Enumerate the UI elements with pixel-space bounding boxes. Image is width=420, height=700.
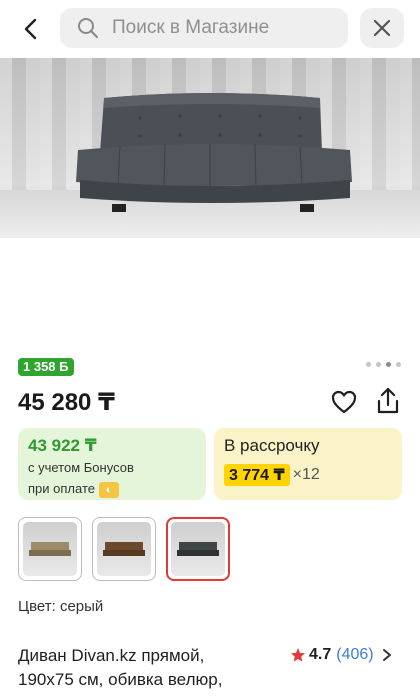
product-image[interactable] <box>0 58 420 238</box>
star-icon <box>291 648 305 662</box>
installment-title: В рассрочку <box>224 436 320 455</box>
dot <box>366 362 371 367</box>
swatch-thumb <box>97 522 151 576</box>
bonus-badge: 1 358 Б <box>18 358 74 376</box>
bonus-note-1: с учетом Бонусов <box>28 460 134 475</box>
bonus-price: 43 922 ₸ <box>28 436 97 455</box>
close-icon <box>373 19 391 37</box>
installment-multiplier: ×12 <box>292 466 320 483</box>
chevron-left-icon <box>24 18 37 40</box>
share-button[interactable] <box>374 386 402 416</box>
color-swatch-brown[interactable] <box>92 517 156 581</box>
color-label: Цвет: серый <box>18 598 104 615</box>
back-button[interactable] <box>14 12 48 46</box>
sofa-image <box>76 93 352 212</box>
swatch-thumb <box>171 522 225 576</box>
search-icon <box>68 8 108 48</box>
payment-method-icon: ◐ <box>98 481 119 498</box>
search-input[interactable] <box>108 8 328 48</box>
installment-row: 3 774 ₸ ×12 <box>224 464 392 486</box>
more-dots[interactable] <box>366 362 401 367</box>
bonus-note-2: при оплате <box>28 481 95 496</box>
product-title-line1: Диван Divan.kz прямой, <box>18 646 205 665</box>
product-price: 45 280 ₸ <box>18 389 115 416</box>
chevron-right-icon <box>382 649 391 661</box>
dot <box>396 362 401 367</box>
bonus-price-card[interactable]: 43 922 ₸ с учетом Бонусов при оплате ◐ <box>18 428 206 500</box>
review-count[interactable]: (406) <box>336 646 373 664</box>
installment-monthly: 3 774 ₸ <box>224 464 290 486</box>
bonus-note-2-row: при оплате ◐ <box>28 480 196 498</box>
close-button[interactable] <box>360 8 404 48</box>
favorite-button[interactable] <box>330 388 358 416</box>
dot <box>376 362 381 367</box>
color-swatch-beige[interactable] <box>18 517 82 581</box>
rating-value: 4.7 <box>309 646 332 663</box>
installment-card[interactable]: В рассрочку 3 774 ₸ ×12 <box>214 428 402 500</box>
product-title: Диван Divan.kz прямой, 190x75 см, обивка… <box>18 644 278 692</box>
swatch-thumb <box>23 522 77 576</box>
rating[interactable]: 4.7 (406) <box>290 646 392 664</box>
product-title-line2: 190x75 см, обивка велюр, <box>18 670 223 689</box>
color-swatch-gray[interactable] <box>166 517 230 581</box>
share-icon <box>377 387 399 414</box>
heart-icon <box>331 390 357 414</box>
dot <box>386 362 391 367</box>
image-area-blank <box>0 238 420 350</box>
search-bar[interactable] <box>60 8 348 48</box>
top-bar <box>0 0 420 58</box>
